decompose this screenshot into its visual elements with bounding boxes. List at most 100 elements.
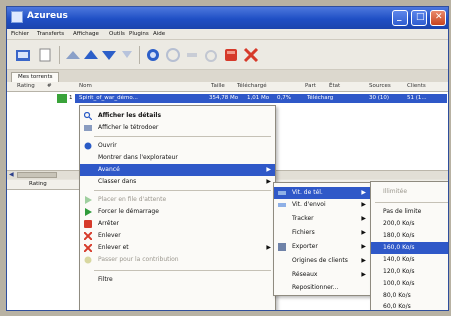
menu-item-force-start[interactable]: Forcer le démarrage (80, 206, 275, 218)
col-name[interactable]: Nom (79, 83, 92, 89)
scroll-left-icon[interactable]: ◀ (9, 171, 17, 179)
menu-item-speed[interactable]: 120,0 Ko/s (371, 266, 448, 278)
menu-item-speed[interactable]: 180,0 Ko/s (371, 230, 448, 242)
menu-aide[interactable]: Aide (153, 31, 165, 37)
remove-icon[interactable] (223, 47, 239, 63)
col-rating[interactable]: Rating (17, 83, 35, 89)
speed-submenu: Illimitée Pas de limite 200,0 Ko/s 180,0… (370, 181, 448, 310)
menu-item-networks[interactable]: Réseaux ▶ (274, 269, 370, 281)
stop-icon (84, 220, 92, 228)
row-number: 1 (69, 95, 73, 101)
menu-item-speed[interactable]: 100,0 Ko/s (371, 278, 448, 290)
menu-transferts[interactable]: Transferts (37, 31, 64, 37)
row-share: 0,7% (277, 95, 291, 101)
row-size: 354,78 Mo (209, 95, 239, 101)
col-number[interactable]: # (47, 83, 52, 89)
menu-item-remove-and[interactable]: Enlever et ▶ (80, 242, 275, 254)
remove-icon (84, 232, 92, 240)
menu-item-stop[interactable]: Arrêter (80, 218, 275, 230)
menu-item-viewer[interactable]: Afficher le tétrodoer (80, 122, 275, 134)
list-header: Rating # Nom Taille Téléchargé Part État… (7, 82, 448, 92)
speed-icon (278, 191, 286, 195)
app-icon (11, 11, 23, 23)
speed-icon (278, 203, 286, 207)
menu-outils[interactable]: Outils (109, 31, 125, 37)
submenu-arrow-icon: ▶ (361, 229, 366, 236)
table-row[interactable]: Spirit_of_war_démo... 354,78 Mo 1,01 Mo … (75, 94, 447, 103)
remove-and-icon (84, 244, 92, 252)
menu-item-speed[interactable]: 200,0 Ko/s (371, 218, 448, 230)
advanced-submenu: Vit. de tél. ▶ Vit. d'envoi ▶ Tracker ▶ … (273, 182, 371, 296)
menu-item-files[interactable]: Fichiers ▶ (274, 227, 370, 239)
col-sources[interactable]: Sources (369, 83, 391, 89)
col-rating-bottom[interactable]: Rating (29, 181, 47, 187)
title-bar: Azureus _ □ ✕ (7, 7, 448, 29)
down-icon[interactable] (101, 47, 117, 63)
viewer-icon (84, 125, 92, 131)
menu-item-details[interactable]: Afficher les détails (80, 110, 275, 122)
up-icon[interactable] (83, 47, 99, 63)
delete-icon[interactable] (243, 47, 259, 63)
submenu-arrow-icon: ▶ (361, 257, 366, 264)
menu-item-reposition[interactable]: Repositionner... (274, 282, 370, 294)
menu-item-no-limit[interactable]: Pas de limite (371, 206, 448, 218)
new-icon[interactable] (37, 47, 53, 63)
row-sources: 30 (10) (369, 95, 390, 101)
force-start-icon (85, 208, 92, 216)
menu-item-speed[interactable]: 160,0 Ko/s (371, 242, 448, 254)
minimize-button[interactable]: _ (392, 10, 408, 26)
menu-item-filter[interactable]: Filtre (80, 274, 275, 286)
submenu-arrow-icon: ▶ (266, 166, 271, 173)
down-icon[interactable] (119, 47, 135, 63)
open-icon (84, 142, 92, 150)
toolbar (7, 40, 448, 70)
menu-fichier[interactable]: Fichier (11, 31, 29, 37)
pause-icon[interactable] (185, 47, 201, 63)
context-menu: Afficher les détails Afficher le tétrodo… (79, 105, 276, 310)
submenu-arrow-icon: ▶ (266, 178, 271, 185)
export-icon (278, 243, 286, 251)
menu-item-show-explorer[interactable]: Montrer dans l'explorateur (80, 152, 275, 164)
refresh-icon[interactable] (145, 47, 161, 63)
stop-icon[interactable] (203, 47, 219, 63)
col-downloaded[interactable]: Téléchargé (237, 83, 267, 89)
menu-item-export[interactable]: Exporter ▶ (274, 241, 370, 253)
menu-item-seed: Passer pour la contribution (80, 254, 275, 266)
col-size[interactable]: Taille (211, 83, 225, 89)
col-share[interactable]: Part (305, 83, 316, 89)
menu-plugins[interactable]: Plugins (129, 31, 149, 37)
submenu-arrow-icon: ▶ (361, 271, 366, 278)
row-clients: 51 (1... (407, 95, 427, 101)
menu-item-upload-speed[interactable]: Vit. d'envoi ▶ (274, 199, 370, 211)
menu-item-open[interactable]: Ouvrir (80, 140, 275, 152)
submenu-arrow-icon: ▶ (266, 244, 271, 251)
app-window: Azureus _ □ ✕ Fichier Transferts Afficha… (6, 6, 449, 311)
menu-item-advanced[interactable]: Avancé ▶ (80, 164, 275, 176)
menu-item-tracker[interactable]: Tracker ▶ (274, 213, 370, 225)
submenu-arrow-icon: ▶ (361, 189, 366, 196)
window-title: Azureus (27, 11, 68, 21)
start-icon[interactable] (165, 47, 181, 63)
close-button[interactable]: ✕ (430, 10, 446, 26)
open-icon[interactable] (15, 47, 31, 63)
maximize-button[interactable]: □ (411, 10, 427, 26)
row-downloaded: 1,01 Mo (247, 95, 270, 101)
up-icon[interactable] (65, 47, 81, 63)
menu-item-download-speed[interactable]: Vit. de tél. ▶ (274, 187, 370, 199)
menu-affichage[interactable]: Affichage (73, 31, 99, 37)
menu-item-speed[interactable]: 140,0 Ko/s (371, 254, 448, 266)
menu-item-sort-into[interactable]: Classer dans ▶ (80, 176, 275, 188)
col-clients[interactable]: Clients (407, 83, 426, 89)
menu-bar: Fichier Transferts Affichage Outils Plug… (7, 29, 448, 40)
submenu-arrow-icon: ▶ (361, 243, 366, 250)
col-status[interactable]: État (329, 83, 340, 89)
seed-icon (84, 256, 92, 264)
row-name: Spirit_of_war_démo... (79, 95, 138, 101)
tab-mes-torrents[interactable]: Mes torrents (11, 72, 60, 82)
menu-item-peer-sources[interactable]: Origines de clients ▶ (274, 255, 370, 267)
scroll-thumb[interactable] (17, 172, 57, 178)
menu-item-remove[interactable]: Enlever (80, 230, 275, 242)
tab-bar: Mes torrents (7, 70, 448, 82)
submenu-arrow-icon: ▶ (361, 215, 366, 222)
menu-item-speed[interactable]: 60,0 Ko/s (371, 301, 448, 310)
